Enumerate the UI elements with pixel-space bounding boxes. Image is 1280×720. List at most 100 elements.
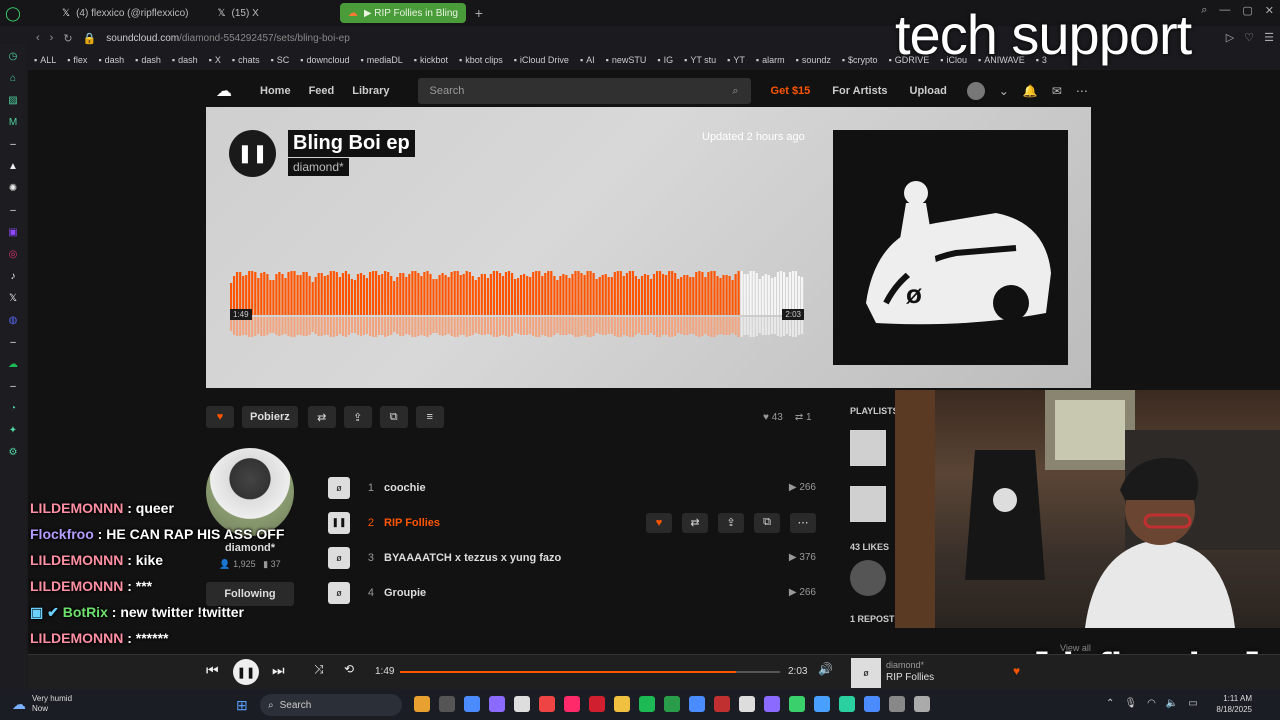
chevron-down-icon[interactable]: ⌄ bbox=[999, 84, 1009, 98]
windows-start-icon[interactable]: ⊞ bbox=[236, 697, 248, 714]
bookmark-item[interactable]: ▪ $crypto bbox=[842, 55, 878, 65]
track-share-button[interactable]: ⇪ bbox=[718, 512, 744, 533]
track-row[interactable]: ø 1 coochie ▶ 266 bbox=[328, 470, 818, 505]
reposts-stat[interactable]: ⇄ 1 bbox=[795, 412, 812, 423]
taskbar-app-icon[interactable] bbox=[789, 696, 805, 712]
chat-username[interactable]: LILDEMONNN bbox=[30, 552, 123, 568]
shuffle-icon[interactable]: ⤨ bbox=[314, 662, 324, 677]
liker-avatar[interactable] bbox=[850, 560, 886, 596]
pause-button[interactable]: ❚❚ bbox=[229, 130, 276, 177]
taskbar-app-icon[interactable] bbox=[914, 696, 930, 712]
taskbar-app-icon[interactable] bbox=[839, 696, 855, 712]
browser-tab[interactable]: 𝕏 (15) X bbox=[209, 3, 266, 23]
taskbar-app-icon[interactable] bbox=[664, 696, 680, 712]
bookmark-item[interactable]: ▪ dash bbox=[135, 55, 161, 65]
taskbar-search[interactable]: ⌕ Search bbox=[260, 694, 402, 716]
wifi-icon[interactable]: ◠ bbox=[1147, 698, 1156, 709]
chatgpt-icon[interactable]: ✺ bbox=[5, 180, 21, 196]
bookmark-item[interactable]: ▪ kbot clips bbox=[459, 55, 503, 65]
search-input[interactable]: Search ⌕ bbox=[417, 78, 751, 104]
bookmark-item[interactable]: ▪ kickbot bbox=[414, 55, 448, 65]
track-title[interactable]: RIP Follies bbox=[384, 517, 440, 529]
bookmark-item[interactable]: ▪ dash bbox=[172, 55, 198, 65]
chat-username[interactable]: Flockfroo bbox=[30, 526, 94, 542]
previous-icon[interactable]: ⏮ bbox=[206, 662, 219, 679]
bookmark-item[interactable]: ▪ soundz bbox=[796, 55, 831, 65]
bookmark-item[interactable]: ▪ flex bbox=[67, 55, 87, 65]
track-thumbnail[interactable]: ø bbox=[328, 476, 350, 499]
chat-username[interactable]: BotRix bbox=[63, 604, 108, 620]
bell-icon[interactable]: 🔔 bbox=[1023, 84, 1038, 98]
player-pause-button[interactable]: ❚❚ bbox=[233, 659, 259, 685]
waveform[interactable]: 1:49 2:03 bbox=[230, 269, 804, 338]
track-title[interactable]: coochie bbox=[384, 482, 426, 494]
reload-icon[interactable]: ↻ bbox=[63, 32, 72, 45]
taskbar-app-icon[interactable] bbox=[739, 696, 755, 712]
search-icon[interactable]: ⌕ bbox=[1201, 4, 1207, 17]
mic-icon[interactable]: 🎙 bbox=[1124, 698, 1137, 709]
taskbar-app-icon[interactable] bbox=[889, 696, 905, 712]
taskbar-clock[interactable]: 1:11 AM 8/18/2025 bbox=[1216, 693, 1252, 715]
download-button[interactable]: Pobierz bbox=[242, 406, 298, 428]
taskbar-app-icon[interactable] bbox=[639, 696, 655, 712]
nav-home[interactable]: Home bbox=[260, 85, 291, 97]
playlist-artist[interactable]: diamond* bbox=[288, 158, 349, 176]
track-thumbnail[interactable]: ø bbox=[328, 546, 350, 569]
track-thumbnail[interactable]: ø bbox=[328, 581, 350, 604]
repost-button[interactable]: ⇄ bbox=[307, 406, 336, 428]
bag-icon[interactable]: ⌂ bbox=[5, 70, 21, 86]
bookmark-item[interactable]: ▪ dash bbox=[98, 55, 124, 65]
bookmark-item[interactable]: ▪ YT stu bbox=[684, 55, 716, 65]
cloud-icon[interactable]: ☁ bbox=[5, 356, 21, 372]
bookmark-item[interactable]: ▪ X bbox=[209, 55, 221, 65]
soundcloud-logo-icon[interactable]: ☁ bbox=[206, 82, 242, 100]
bookmark-item[interactable]: ▪ YT bbox=[727, 55, 745, 65]
bookmark-item[interactable]: ▪ chats bbox=[232, 55, 260, 65]
track-copy-button[interactable]: ⧉ bbox=[754, 512, 780, 533]
bookmark-item[interactable]: ▪ iCloud Drive bbox=[514, 55, 569, 65]
chat-username[interactable]: LILDEMONNN bbox=[30, 578, 123, 594]
taskbar-app-icon[interactable] bbox=[764, 696, 780, 712]
for-artists-link[interactable]: For Artists bbox=[832, 85, 887, 97]
taskbar-app-icon[interactable] bbox=[439, 696, 455, 712]
menu-icon[interactable]: ☰ bbox=[1264, 31, 1274, 44]
close-button[interactable]: ✕ bbox=[1265, 4, 1274, 17]
play-icon[interactable]: ▷ bbox=[1226, 31, 1234, 44]
taskbar-app-icon[interactable] bbox=[814, 696, 830, 712]
extensions-icon[interactable]: ✦ bbox=[5, 422, 21, 438]
heart-icon[interactable]: ♡ bbox=[1244, 31, 1254, 44]
likes-stat[interactable]: ♥ 43 bbox=[763, 412, 783, 423]
upload-link[interactable]: Upload bbox=[910, 85, 947, 97]
url-field[interactable]: soundcloud.com/diamond-554292457/sets/bl… bbox=[106, 33, 350, 44]
track-row[interactable]: ø 3 BYAAAATCH x tezzus x yung fazo ▶ 376 bbox=[328, 540, 818, 575]
track-row[interactable]: ø 4 Groupie ▶ 266 bbox=[328, 575, 818, 610]
track-row[interactable]: ❚❚ 2 RIP Follies ♥ ⇄ ⇪ ⧉ ⋯ bbox=[328, 505, 818, 540]
taskbar-app-icon[interactable] bbox=[539, 696, 555, 712]
bookmark-item[interactable]: ▪ IG bbox=[657, 55, 673, 65]
bookmark-item[interactable]: ▪ downcloud bbox=[300, 55, 349, 65]
opera-gx-icon[interactable]: ◯ bbox=[0, 0, 26, 26]
taskbar-app-icon[interactable] bbox=[564, 696, 580, 712]
speaker-icon[interactable]: 🔈 bbox=[1166, 698, 1178, 709]
volume-icon[interactable]: 🔊 bbox=[818, 662, 833, 676]
add-to-queue-button[interactable]: ≡ bbox=[415, 406, 444, 428]
chat-username[interactable]: LILDEMONNN bbox=[30, 500, 123, 516]
new-tab-button[interactable]: + bbox=[469, 5, 489, 21]
maximize-button[interactable]: ▢ bbox=[1242, 4, 1252, 17]
playlist-thumb[interactable] bbox=[850, 486, 886, 522]
avatar[interactable] bbox=[966, 82, 985, 100]
speed-dial-icon[interactable]: ◷ bbox=[5, 48, 21, 64]
chevron-up-icon[interactable]: ⌃ bbox=[1106, 698, 1114, 709]
bookmark-item[interactable]: ▪ SC bbox=[271, 55, 290, 65]
twitch-icon[interactable]: ▣ bbox=[5, 224, 21, 240]
taskbar-app-icon[interactable] bbox=[614, 696, 630, 712]
track-more-button[interactable]: ⋯ bbox=[790, 512, 816, 533]
playlist-thumb[interactable] bbox=[850, 430, 886, 466]
taskbar-app-icon[interactable] bbox=[514, 696, 530, 712]
track-like-button[interactable]: ♥ bbox=[646, 512, 672, 533]
get-offer-link[interactable]: Get $15 bbox=[771, 85, 811, 97]
minimize-button[interactable]: — bbox=[1219, 4, 1230, 17]
now-playing-artist[interactable]: diamond* bbox=[886, 660, 924, 670]
track-title[interactable]: BYAAAATCH x tezzus x yung fazo bbox=[384, 552, 561, 564]
now-playing-track[interactable]: RIP Follies bbox=[886, 672, 934, 683]
